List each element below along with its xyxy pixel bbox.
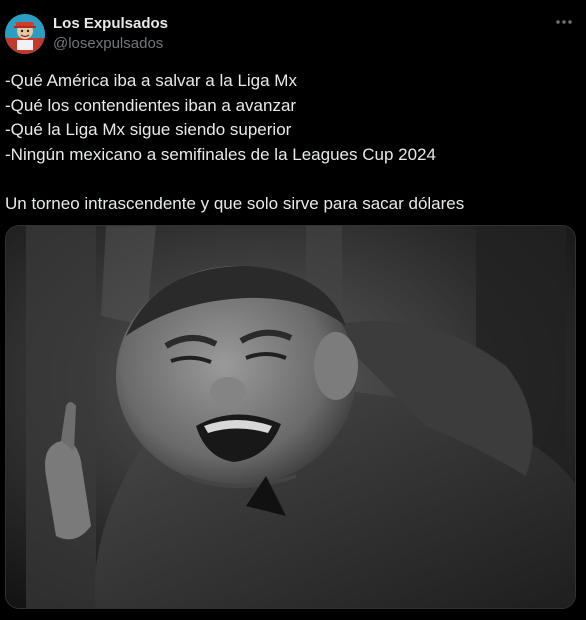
tweet-text-line: -Ningún mexicano a semifinales de la Lea… [5,144,436,164]
tweet-text-line: -Qué América iba a salvar a la Liga Mx [5,71,297,90]
author-names: Los Expulsados @losexpulsados [53,14,168,54]
tweet-media-photo[interactable] [5,225,576,609]
author-display-name[interactable]: Los Expulsados [53,14,168,34]
more-horizontal-icon [556,20,572,24]
tweet-text: -Qué América iba a salvar a la Liga Mx -… [5,69,575,216]
more-button[interactable] [552,12,576,32]
tweet-text-line: -Qué la Liga Mx sigue siendo superior [5,120,292,139]
meme-photo [6,226,575,608]
avatar[interactable] [5,14,45,54]
tweet-text-line: Un torneo intrascendente y que solo sirv… [5,193,465,213]
avatar-image [5,14,45,54]
author-handle[interactable]: @losexpulsados [53,34,168,54]
tweet: Los Expulsados @losexpulsados -Qué Améri… [0,0,586,620]
tweet-text-line: -Qué los contendientes iban a avanzar [5,95,297,115]
